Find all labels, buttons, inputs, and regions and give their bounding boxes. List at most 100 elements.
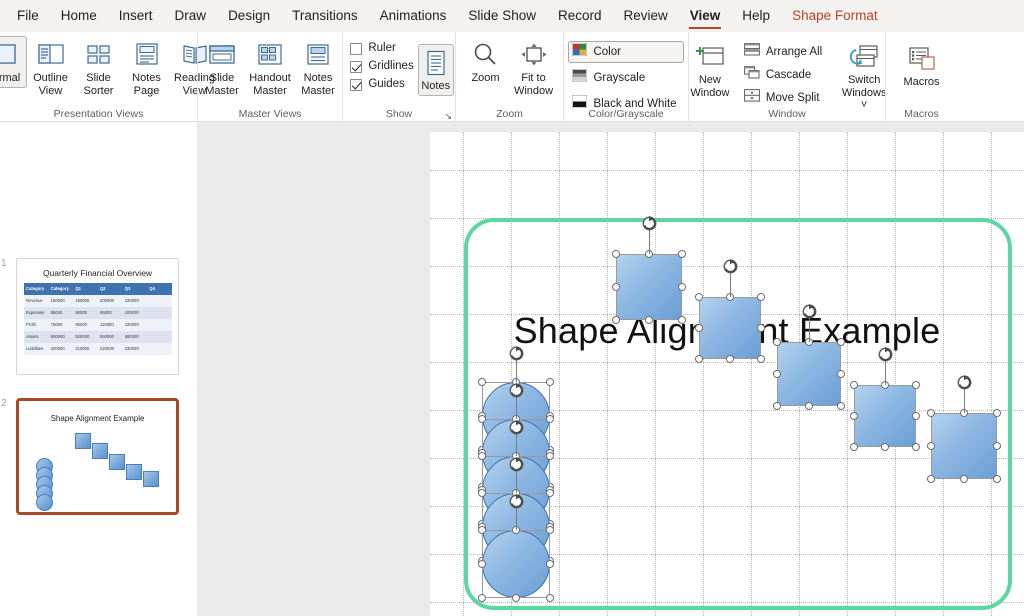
square-1-handle-4[interactable] <box>678 283 686 291</box>
arrange-all-button[interactable]: Arrange All <box>742 42 824 62</box>
handout-master-button[interactable]: Handout Master <box>246 36 294 100</box>
square-4-handle-2[interactable] <box>912 381 920 389</box>
square-1-handle-5[interactable] <box>612 316 620 324</box>
square-1-handle-2[interactable] <box>678 250 686 258</box>
circle-5-handle-7[interactable] <box>546 594 554 602</box>
circle-3-handle-0[interactable] <box>478 452 486 460</box>
square-4-handle-6[interactable] <box>881 443 889 451</box>
circle-5-handle-2[interactable] <box>546 526 554 534</box>
gridlines-checkbox[interactable] <box>350 60 363 73</box>
square-1-handle-7[interactable] <box>678 316 686 324</box>
circle-2-rotate-icon[interactable] <box>508 382 525 399</box>
square-1-rotate-icon[interactable] <box>641 215 658 232</box>
square-1-handle-0[interactable] <box>612 250 620 258</box>
ribbon-tab-file[interactable]: File <box>6 3 50 30</box>
macros-button[interactable]: Macros <box>894 40 950 92</box>
square-2-handle-6[interactable] <box>726 355 734 363</box>
square-3-handle-6[interactable] <box>805 402 813 410</box>
checkbox-row-ruler[interactable]: Ruler <box>350 42 413 55</box>
square-3-handle-5[interactable] <box>773 402 781 410</box>
circle-5-handle-3[interactable] <box>478 560 486 568</box>
slide-sorter-button[interactable]: Slide Sorter <box>75 36 123 100</box>
square-2-handle-7[interactable] <box>757 355 765 363</box>
zoom-button[interactable]: Zoom <box>462 36 510 88</box>
slide-master-button[interactable]: Slide Master <box>198 36 246 100</box>
outline-view-button[interactable]: Outline View <box>27 36 75 100</box>
ribbon-tab-insert[interactable]: Insert <box>108 3 164 30</box>
square-1-handle-3[interactable] <box>612 283 620 291</box>
square-2-handle-2[interactable] <box>757 293 765 301</box>
square-5-handle-3[interactable] <box>927 442 935 450</box>
square-3-handle-3[interactable] <box>773 370 781 378</box>
slide-canvas[interactable]: Shape Alignment Example <box>430 132 1024 616</box>
grayscale-option[interactable]: Grayscale <box>568 67 683 89</box>
circle-3-handle-2[interactable] <box>546 452 554 460</box>
normal-button[interactable]: Normal <box>0 36 27 88</box>
ribbon-tab-animations[interactable]: Animations <box>369 3 458 30</box>
ribbon-tab-help[interactable]: Help <box>731 3 781 30</box>
ribbon-tab-home[interactable]: Home <box>50 3 108 30</box>
square-1-handle-6[interactable] <box>645 316 653 324</box>
square-2-handle-5[interactable] <box>695 355 703 363</box>
circle-5-handle-5[interactable] <box>478 594 486 602</box>
ribbon-tab-view[interactable]: View <box>679 3 732 30</box>
fit-to-window-button[interactable]: Fit to Window <box>510 36 558 100</box>
square-4-handle-5[interactable] <box>850 443 858 451</box>
move-split-button[interactable]: Move Split <box>742 88 824 108</box>
circle-4-rotate-icon[interactable] <box>508 456 525 473</box>
square-5-handle-5[interactable] <box>927 475 935 483</box>
square-4-handle-7[interactable] <box>912 443 920 451</box>
ribbon-tab-record[interactable]: Record <box>547 3 613 30</box>
show-dialog-launcher-icon[interactable]: ↘ <box>444 112 452 121</box>
slide-thumbnail-2[interactable]: Shape Alignment Example <box>16 398 179 515</box>
square-3-rotate-icon[interactable] <box>801 303 818 320</box>
checkbox-row-guides[interactable]: Guides <box>350 78 413 91</box>
circle-1-rotate-icon[interactable] <box>508 345 525 362</box>
circle-5-handle-4[interactable] <box>546 560 554 568</box>
ribbon-tab-review[interactable]: Review <box>613 3 679 30</box>
square-4-handle-3[interactable] <box>850 412 858 420</box>
square-4-handle-4[interactable] <box>912 412 920 420</box>
ribbon-tab-transitions[interactable]: Transitions <box>281 3 369 30</box>
notes-page-button[interactable]: Notes Page <box>123 36 171 100</box>
notes-button[interactable]: Notes <box>417 44 454 96</box>
circle-2-handle-0[interactable] <box>478 415 486 423</box>
slide-thumbnail-1[interactable]: Quarterly Financial Overview Category Cat… <box>16 258 179 375</box>
square-5-handle-6[interactable] <box>960 475 968 483</box>
notes-master-button[interactable]: Notes Master <box>294 36 342 100</box>
square-2-rotate-icon[interactable] <box>722 258 739 275</box>
circle-4-handle-0[interactable] <box>478 489 486 497</box>
switch-windows-button[interactable]: Switch Windows ˅ <box>836 38 892 115</box>
ribbon-tab-design[interactable]: Design <box>217 3 281 30</box>
square-4-rotate-icon[interactable] <box>877 346 894 363</box>
checkbox-row-gridlines[interactable]: Gridlines <box>350 60 414 73</box>
circle-2-handle-2[interactable] <box>546 415 554 423</box>
square-2-handle-4[interactable] <box>757 324 765 332</box>
square-2-handle-3[interactable] <box>695 324 703 332</box>
square-5-handle-0[interactable] <box>927 409 935 417</box>
square-3-handle-2[interactable] <box>837 338 845 346</box>
ribbon-tab-slide-show[interactable]: Slide Show <box>457 3 547 30</box>
square-5-handle-4[interactable] <box>993 442 1001 450</box>
square-3-handle-0[interactable] <box>773 338 781 346</box>
square-5-handle-2[interactable] <box>993 409 1001 417</box>
circle-5-rotate-icon[interactable] <box>508 493 525 510</box>
color-option[interactable]: Color <box>568 41 684 63</box>
circle-4-handle-2[interactable] <box>546 489 554 497</box>
circle-5-handle-6[interactable] <box>512 594 520 602</box>
square-4-handle-0[interactable] <box>850 381 858 389</box>
square-5-handle-7[interactable] <box>993 475 1001 483</box>
square-3-handle-4[interactable] <box>837 370 845 378</box>
ribbon-tab-shape-format[interactable]: Shape Format <box>781 3 889 30</box>
guides-checkbox[interactable] <box>350 78 363 91</box>
ruler-checkbox[interactable] <box>350 42 363 55</box>
square-5-rotate-icon[interactable] <box>956 374 973 391</box>
ribbon-tab-draw[interactable]: Draw <box>164 3 218 30</box>
circle-3-rotate-icon[interactable] <box>508 419 525 436</box>
circle-1-handle-0[interactable] <box>478 378 486 386</box>
square-2-handle-0[interactable] <box>695 293 703 301</box>
new-window-button[interactable]: New Window <box>682 38 738 102</box>
circle-5-handle-0[interactable] <box>478 526 486 534</box>
circle-1-handle-2[interactable] <box>546 378 554 386</box>
slide-thumbnail-pane[interactable]: 1 Quarterly Financial Overview Category C… <box>0 122 197 616</box>
